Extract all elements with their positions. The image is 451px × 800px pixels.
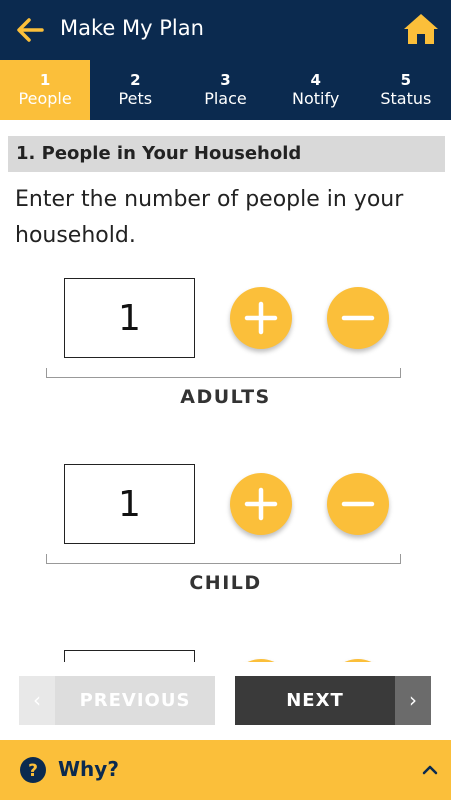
home-button[interactable]	[402, 12, 440, 46]
step-label: People	[18, 89, 72, 108]
question-circle-icon: ?	[20, 757, 46, 783]
adults-decrement-button[interactable]	[327, 287, 389, 349]
why-label: Why?	[58, 757, 119, 781]
tab-people[interactable]: 1 People	[0, 60, 91, 120]
previous-label: PREVIOUS	[79, 690, 191, 711]
step-label: Status	[380, 89, 432, 108]
page-title: Make My Plan	[60, 16, 204, 40]
step-tabs: 1 People 2 Pets 3 Place 4 Notify 5 Statu…	[0, 60, 451, 120]
plus-icon	[244, 301, 278, 335]
tab-status[interactable]: 5 Status	[361, 60, 451, 120]
home-icon	[404, 14, 438, 44]
chevron-right-icon: ›	[395, 676, 431, 725]
back-button[interactable]	[14, 14, 46, 46]
minus-icon	[341, 315, 375, 321]
tab-pets[interactable]: 2 Pets	[90, 60, 180, 120]
previous-button[interactable]: ‹ PREVIOUS	[19, 676, 215, 725]
tab-place[interactable]: 3 Place	[180, 60, 270, 120]
step-number: 1	[39, 71, 51, 89]
third-decrement-button[interactable]	[327, 659, 389, 662]
app-header: Make My Plan	[0, 0, 451, 60]
app-screen: Make My Plan 1 People 2 Pets 3 Place 4 N…	[0, 0, 451, 800]
child-label: CHILD	[189, 572, 262, 594]
adults-label: ADULTS	[180, 386, 271, 408]
bracket-divider	[46, 554, 401, 564]
instruction-text: Enter the number of people in your house…	[15, 187, 404, 248]
why-panel-toggle[interactable]: ? Why?	[0, 740, 451, 800]
section-title: 1. People in Your Household	[8, 136, 445, 172]
step-number: 2	[130, 71, 141, 89]
third-count-field[interactable]	[64, 650, 195, 662]
next-button[interactable]: NEXT ›	[235, 676, 431, 725]
minus-icon	[341, 501, 375, 507]
child-increment-button[interactable]	[230, 473, 292, 535]
child-counter: 1 CHILD	[0, 464, 451, 614]
step-label: Place	[204, 89, 247, 108]
tab-notify[interactable]: 4 Notify	[271, 60, 361, 120]
third-counter	[0, 650, 451, 662]
adults-counter: 1 ADULTS	[0, 278, 451, 428]
counter-clip	[0, 650, 451, 662]
step-number: 5	[400, 71, 412, 89]
bracket-divider	[46, 368, 401, 378]
step-number: 3	[220, 71, 231, 89]
step-label: Pets	[118, 89, 153, 108]
child-decrement-button[interactable]	[327, 473, 389, 535]
arrow-left-icon	[17, 18, 44, 42]
chevron-up-icon	[422, 765, 438, 775]
step-number: 4	[310, 71, 321, 89]
third-increment-button[interactable]	[230, 659, 292, 662]
step-label: Notify	[292, 89, 340, 108]
chevron-left-icon: ‹	[19, 676, 55, 725]
plus-icon	[244, 487, 278, 521]
child-count-field[interactable]: 1	[64, 464, 195, 544]
adults-count-field[interactable]: 1	[64, 278, 195, 358]
adults-increment-button[interactable]	[230, 287, 292, 349]
svg-text:?: ?	[28, 761, 38, 781]
next-label: NEXT	[286, 690, 344, 711]
